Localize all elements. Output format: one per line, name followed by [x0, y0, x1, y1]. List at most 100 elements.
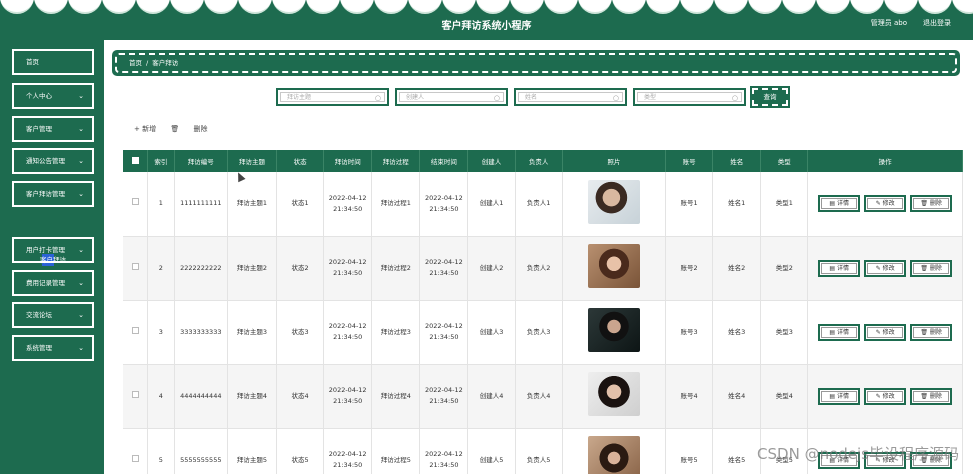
visit-photo: [587, 179, 640, 224]
breadcrumb-inner: 首页 / 客户拜访: [115, 53, 957, 73]
current-user: 管理员 abo: [870, 19, 907, 27]
delete-button[interactable]: 🗑 删除: [910, 259, 953, 277]
sidebar-item-label: 客户管理: [26, 125, 52, 133]
visit-photo: [587, 436, 640, 474]
app-title: 客户拜访系统小程序: [441, 21, 532, 32]
delete-button-label: 删除: [929, 264, 942, 272]
document-icon: ▤: [829, 200, 837, 208]
cell-operations: ▤ 详情 ✎ 修改 🗑 删除: [807, 300, 963, 365]
detail-button[interactable]: ▤ 详情: [818, 195, 861, 213]
cell-process: 拜访过程1: [371, 172, 421, 237]
main-content: 首页 / 客户拜访 拜访主题 ○ 创建人 ○ 姓名 ○ 类型 ○ 查询 + 新增 🗑 删除 …: [104, 40, 973, 474]
search-button[interactable]: 查询: [750, 86, 790, 108]
search-topic-input[interactable]: 拜访主题 ○: [276, 88, 389, 106]
delete-button[interactable]: 🗑 删除: [910, 195, 953, 213]
row-checkbox[interactable]: [123, 364, 149, 429]
trash-icon: 🗑: [170, 125, 182, 133]
table-row[interactable]: 2 2222222222 拜访主题2 状态2 2022-04-12 21:34:50 拜访…: [123, 236, 963, 301]
edit-button[interactable]: ✎ 修改: [864, 387, 907, 405]
scallop-decoration: [476, 0, 510, 14]
edit-button[interactable]: ✎ 修改: [864, 323, 907, 341]
cell-code: 1111111111: [174, 172, 228, 237]
scallop-decoration: [680, 0, 714, 14]
cell-topic: 拜访主题4: [227, 364, 278, 429]
scallop-decoration: [408, 0, 442, 14]
sidebar-item-0[interactable]: 首页: [12, 49, 94, 75]
sidebar-item-8[interactable]: 系统管理 ⌄: [12, 335, 94, 361]
sidebar-item-3[interactable]: 通知公告管理 ⌄: [12, 148, 94, 174]
logout-link[interactable]: 退出登录: [923, 18, 951, 28]
col-process: 拜访过程: [371, 150, 421, 172]
edit-button-label: 修改: [882, 392, 895, 400]
table-row[interactable]: 3 3333333333 拜访主题3 状态3 2022-04-12 21:34:50 拜访…: [123, 300, 963, 365]
table-row[interactable]: 4 4444444444 拜访主题4 状态4 2022-04-12 21:34:50 拜访…: [123, 364, 963, 429]
scallop-decoration: [884, 0, 918, 14]
scallop-decoration: [850, 0, 884, 14]
select-all-checkbox[interactable]: [123, 150, 149, 172]
scallop-decoration: [612, 0, 646, 14]
search-type-input[interactable]: 类型 ○: [633, 88, 746, 106]
table-row[interactable]: 1 1111111111 拜访主题1 状态1 2022-04-12 21:34:50 拜访…: [123, 172, 963, 237]
batch-delete-button[interactable]: 🗑 删除: [170, 125, 219, 133]
cell-owner: 负责人5: [515, 428, 563, 474]
col-visit-time: 拜访时间: [323, 150, 373, 172]
scallop-decoration: [374, 0, 408, 14]
cell-code: 2222222222: [174, 236, 228, 301]
app-header: 客户拜访系统小程序 管理员 abo 退出登录: [0, 0, 973, 40]
edit-button[interactable]: ✎ 修改: [864, 259, 907, 277]
sidebar-item-2[interactable]: 客户管理 ⌄: [12, 116, 94, 142]
detail-button[interactable]: ▤ 详情: [818, 387, 861, 405]
scallop-decoration: [918, 0, 952, 14]
cell-creator: 创建人1: [467, 172, 516, 237]
cell-name: 姓名5: [712, 428, 762, 474]
cell-end-time: 2022-04-12 21:34:50: [419, 236, 469, 301]
cell-name: 姓名1: [712, 172, 762, 237]
cell-process: 拜访过程2: [371, 236, 421, 301]
cell-process: 拜访过程5: [371, 428, 421, 474]
search-topic-placeholder: 拜访主题: [287, 94, 312, 101]
trash-icon: 🗑: [920, 328, 930, 336]
sidebar-item-5[interactable]: 用户打卡管理 ⌄: [12, 237, 94, 263]
delete-button[interactable]: 🗑 删除: [910, 387, 953, 405]
scallop-decoration: [238, 0, 272, 14]
search-creator-input[interactable]: 创建人 ○: [395, 88, 508, 106]
row-checkbox[interactable]: [123, 236, 149, 301]
row-checkbox[interactable]: [123, 300, 149, 365]
cell-end-time: 2022-04-12 21:34:50: [419, 428, 469, 474]
row-checkbox[interactable]: [123, 172, 149, 237]
cell-name: 姓名4: [712, 364, 762, 429]
cell-status: 状态2: [276, 236, 325, 301]
cell-type: 类型1: [760, 172, 809, 237]
add-button[interactable]: + 新增: [134, 125, 156, 133]
chevron-down-icon: ⌄: [78, 279, 84, 287]
delete-button[interactable]: 🗑 删除: [910, 323, 953, 341]
col-status: 状态: [276, 150, 325, 172]
cell-code: 5555555555: [174, 428, 228, 474]
breadcrumb-home[interactable]: 首页: [129, 59, 142, 67]
sidebar-item-1[interactable]: 个人中心 ⌄: [12, 83, 94, 109]
sidebar-item-6[interactable]: 费用记录管理 ⌄: [12, 270, 94, 296]
detail-button[interactable]: ▤ 详情: [818, 323, 861, 341]
delete-button-label: 删除: [929, 328, 942, 336]
row-checkbox[interactable]: [123, 428, 149, 474]
edit-button-label: 修改: [882, 328, 895, 336]
cell-visit-time: 2022-04-12 21:34:50: [323, 172, 373, 237]
cell-type: 类型2: [760, 236, 809, 301]
sidebar-item-label: 用户打卡管理: [26, 246, 65, 254]
cell-account: 账号1: [665, 172, 714, 237]
sidebar-item-7[interactable]: 交流论坛 ⌄: [12, 302, 94, 328]
detail-button-label: 详情: [836, 328, 849, 336]
sidebar-item-label: 首页: [26, 58, 39, 66]
detail-button[interactable]: ▤ 详情: [818, 259, 861, 277]
cell-topic: 拜访主题3: [227, 300, 278, 365]
visit-table: 索引 拜访编号 拜访主题 状态 拜访时间 拜访过程 结束时间 创建人 负责人 照…: [123, 150, 963, 474]
search-name-input[interactable]: 姓名 ○: [514, 88, 627, 106]
sidebar-item-4[interactable]: 客户拜访管理 ⌄: [12, 181, 94, 207]
cell-name: 姓名3: [712, 300, 762, 365]
edit-button[interactable]: ✎ 修改: [864, 195, 907, 213]
cell-owner: 负责人3: [515, 300, 563, 365]
search-icon: ○: [493, 94, 500, 102]
col-topic: 拜访主题: [227, 150, 278, 172]
edit-button-label: 修改: [882, 264, 895, 272]
cell-photo: [562, 428, 667, 474]
